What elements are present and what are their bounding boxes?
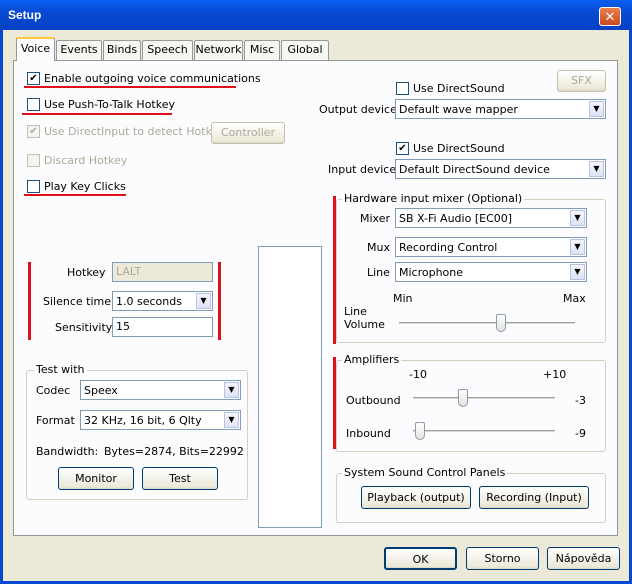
key-clicks-checkbox[interactable] [27, 180, 40, 193]
key-clicks-label[interactable]: Play Key Clicks [44, 180, 126, 193]
chevron-down-icon[interactable]: ▼ [196, 293, 211, 309]
playback-button[interactable]: Playback (output) [361, 486, 471, 509]
inbound-label: Inbound [346, 427, 391, 440]
silence-time-select[interactable]: 1.0 seconds ▼ [112, 291, 213, 311]
window-title: Setup [8, 8, 42, 22]
test-with-title: Test with [34, 363, 87, 376]
annotation-bracket [333, 196, 336, 344]
inbound-track[interactable] [413, 430, 555, 433]
line-volume-slider-thumb[interactable] [496, 314, 507, 332]
line-volume-label-2: Volume [344, 318, 385, 331]
input-directsound-checkbox[interactable]: ✔ [396, 142, 409, 155]
silence-time-label: Silence time [43, 295, 111, 308]
test-button[interactable]: Test [142, 467, 218, 490]
line-label: Line [367, 266, 390, 279]
recording-button[interactable]: Recording (Input) [479, 486, 589, 509]
outbound-label: Outbound [346, 394, 401, 407]
outbound-track[interactable] [413, 397, 555, 400]
inbound-value: -9 [575, 427, 586, 440]
tab-global[interactable]: Global [281, 40, 329, 60]
tab-events[interactable]: Events [56, 40, 102, 60]
tab-misc[interactable]: Misc [244, 40, 280, 60]
chevron-down-icon[interactable]: ▼ [224, 412, 239, 428]
input-device-label: Input device [328, 163, 397, 176]
output-directsound-checkbox[interactable] [396, 82, 409, 95]
enable-outgoing-checkbox[interactable]: ✔ [27, 72, 40, 85]
bandwidth-label: Bandwidth: [36, 445, 99, 458]
mixer-label: Mixer [360, 212, 391, 225]
enable-outgoing-label[interactable]: Enable outgoing voice communications [44, 72, 261, 85]
output-device-label: Output device [319, 103, 397, 116]
controller-button[interactable]: Controller [211, 122, 285, 144]
hotkey-field[interactable]: LALT [112, 262, 213, 282]
hardware-mixer-title: Hardware input mixer (Optional) [342, 192, 525, 205]
annotation-underline [24, 86, 236, 88]
tab-network[interactable]: Network [194, 40, 243, 60]
format-label: Format [36, 414, 75, 427]
input-directsound-label[interactable]: Use DirectSound [413, 142, 505, 155]
cancel-button[interactable]: Storno [466, 547, 539, 570]
chevron-down-icon[interactable]: ▼ [589, 101, 604, 117]
annotation-bracket [333, 357, 336, 449]
sensitivity-label: Sensitivity [55, 321, 113, 334]
sensitivity-field[interactable]: 15 [112, 317, 213, 337]
output-device-select[interactable]: Default wave mapper ▼ [395, 99, 606, 119]
hotkey-label: Hotkey [67, 266, 106, 279]
monitor-button[interactable]: Monitor [58, 467, 134, 490]
discard-hotkey-checkbox[interactable] [27, 154, 40, 167]
directinput-checkbox[interactable]: ✔ [27, 125, 40, 138]
amp-max-label: +10 [543, 368, 567, 381]
push-to-talk-label[interactable]: Use Push-To-Talk Hotkey [44, 98, 175, 111]
sound-panels-title: System Sound Control Panels [342, 466, 508, 479]
annotation-bracket [218, 262, 221, 340]
title-bar[interactable] [0, 0, 632, 30]
line-select[interactable]: Microphone ▼ [395, 262, 587, 282]
chevron-down-icon[interactable]: ▼ [224, 382, 239, 398]
line-volume-label-1: Line [344, 305, 367, 318]
chevron-down-icon[interactable]: ▼ [570, 239, 585, 255]
ok-button[interactable]: OK [384, 547, 457, 570]
close-icon: ✕ [604, 10, 616, 25]
output-directsound-label[interactable]: Use DirectSound [413, 82, 505, 95]
sfx-button[interactable]: SFX [557, 70, 606, 92]
annotation-underline [24, 194, 126, 196]
close-button[interactable]: ✕ [599, 7, 621, 26]
input-device-select[interactable]: Default DirectSound device ▼ [395, 159, 606, 179]
chevron-down-icon[interactable]: ▼ [570, 264, 585, 280]
mux-select[interactable]: Recording Control ▼ [395, 237, 587, 257]
mux-label: Mux [367, 241, 390, 254]
bandwidth-value: Bytes=2874, Bits=22992 [104, 445, 244, 458]
inbound-slider-thumb[interactable] [415, 422, 426, 440]
mixer-select[interactable]: SB X-Fi Audio [EC00] ▼ [395, 208, 587, 228]
directinput-label: Use DirectInput to detect Hotkey [44, 125, 225, 138]
annotation-underline [22, 113, 172, 115]
outbound-slider-thumb[interactable] [457, 389, 468, 407]
chevron-down-icon[interactable]: ▼ [570, 210, 585, 226]
discard-hotkey-label: Discard Hotkey [44, 154, 128, 167]
format-select[interactable]: 32 KHz, 16 bit, 6 Qlty ▼ [80, 410, 241, 430]
codec-label: Codec [36, 384, 71, 397]
outbound-value: -3 [575, 394, 586, 407]
chevron-down-icon[interactable]: ▼ [589, 161, 604, 177]
codec-select[interactable]: Speex ▼ [80, 380, 241, 400]
amp-min-label: -10 [409, 368, 427, 381]
level-meter-box [258, 246, 322, 528]
line-volume-track[interactable] [399, 322, 575, 325]
help-button[interactable]: Nápověda [547, 547, 620, 570]
tab-speech[interactable]: Speech [142, 40, 193, 60]
amplifiers-title: Amplifiers [342, 353, 402, 366]
volume-min-label: Min [393, 292, 413, 305]
tab-binds[interactable]: Binds [103, 40, 141, 60]
volume-max-label: Max [563, 292, 586, 305]
push-to-talk-checkbox[interactable] [27, 98, 40, 111]
tab-voice[interactable]: Voice [16, 37, 55, 61]
annotation-bracket [28, 262, 31, 340]
